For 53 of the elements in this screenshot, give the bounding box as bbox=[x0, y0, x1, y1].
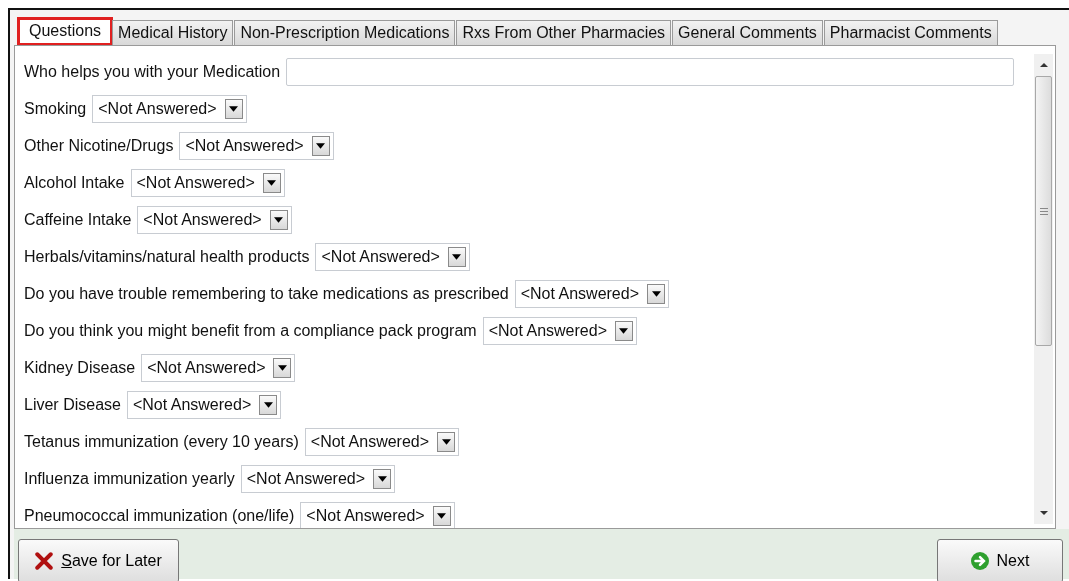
save-button[interactable]: Save for Later bbox=[18, 539, 179, 581]
tab[interactable]: Rxs From Other Pharmacies bbox=[456, 20, 672, 45]
dropdown[interactable]: <Not Answered> bbox=[137, 206, 292, 234]
caret-icon bbox=[316, 143, 326, 149]
scrollbar-thumb[interactable] bbox=[1035, 76, 1052, 346]
caret-icon bbox=[441, 439, 451, 445]
question-label: Other Nicotine/Drugs bbox=[24, 137, 174, 155]
caret-icon bbox=[377, 476, 387, 482]
grip-icon bbox=[1039, 207, 1048, 215]
question-label: Do you think you might benefit from a compliance pack program bbox=[24, 322, 477, 340]
caret-icon bbox=[267, 180, 277, 186]
arrow-right-icon bbox=[970, 552, 989, 570]
caret-icon bbox=[452, 254, 462, 260]
text-field[interactable] bbox=[286, 58, 1014, 86]
dropdown[interactable]: <Not Answered> bbox=[240, 465, 396, 493]
question-label: Influenza immunization yearly bbox=[24, 470, 235, 488]
dropdown[interactable]: <Not Answered> bbox=[130, 169, 285, 197]
scrollbar[interactable] bbox=[1034, 54, 1053, 524]
caret-icon bbox=[651, 291, 661, 297]
question-label: Kidney Disease bbox=[24, 359, 136, 377]
tab[interactable]: Non-Prescription Medications bbox=[234, 20, 456, 45]
caret-icon bbox=[263, 402, 273, 408]
dropdown[interactable]: <Not Answered> bbox=[300, 502, 455, 528]
caret-icon bbox=[229, 106, 239, 112]
scroll-up-icon[interactable] bbox=[1038, 62, 1049, 68]
tab[interactable]: Questions bbox=[18, 18, 113, 45]
dropdown[interactable]: <Not Answered> bbox=[315, 243, 470, 271]
tab[interactable]: General Comments bbox=[672, 20, 823, 45]
dropdown[interactable]: <Not Answered> bbox=[304, 428, 460, 456]
question-label: Who helps you with your Medication bbox=[24, 63, 281, 81]
caret-icon bbox=[274, 217, 284, 223]
dropdown[interactable]: <Not Answered> bbox=[482, 317, 637, 345]
dropdown[interactable]: <Not Answered> bbox=[179, 132, 334, 160]
dropdown[interactable]: <Not Answered> bbox=[92, 95, 247, 123]
scroll-down-icon[interactable] bbox=[1038, 510, 1049, 516]
x-icon bbox=[35, 552, 54, 570]
caret-icon bbox=[437, 513, 447, 519]
dropdown[interactable]: <Not Answered> bbox=[141, 354, 296, 382]
next-button[interactable]: Next bbox=[937, 539, 1063, 581]
tab[interactable]: Medical History bbox=[112, 20, 234, 45]
dropdown[interactable]: <Not Answered> bbox=[514, 280, 669, 308]
dropdown[interactable]: <Not Answered> bbox=[126, 391, 282, 419]
question-label: Liver Disease bbox=[24, 396, 121, 414]
caret-icon bbox=[619, 328, 629, 334]
question-label: Tetanus immunization (every 10 years) bbox=[24, 433, 299, 451]
question-label: Caffeine Intake bbox=[24, 211, 132, 229]
question-label: Smoking bbox=[24, 100, 87, 118]
question-label: Do you have trouble remembering to take medications as prescribed bbox=[24, 285, 509, 303]
question-label: Herbals/vitamins/natural health products bbox=[24, 248, 310, 266]
caret-icon bbox=[277, 365, 287, 371]
question-label: Alcohol Intake bbox=[24, 174, 125, 192]
question-label: Pneumococcal immunization (one/life) bbox=[24, 507, 295, 525]
tab[interactable]: Pharmacist Comments bbox=[823, 20, 998, 45]
